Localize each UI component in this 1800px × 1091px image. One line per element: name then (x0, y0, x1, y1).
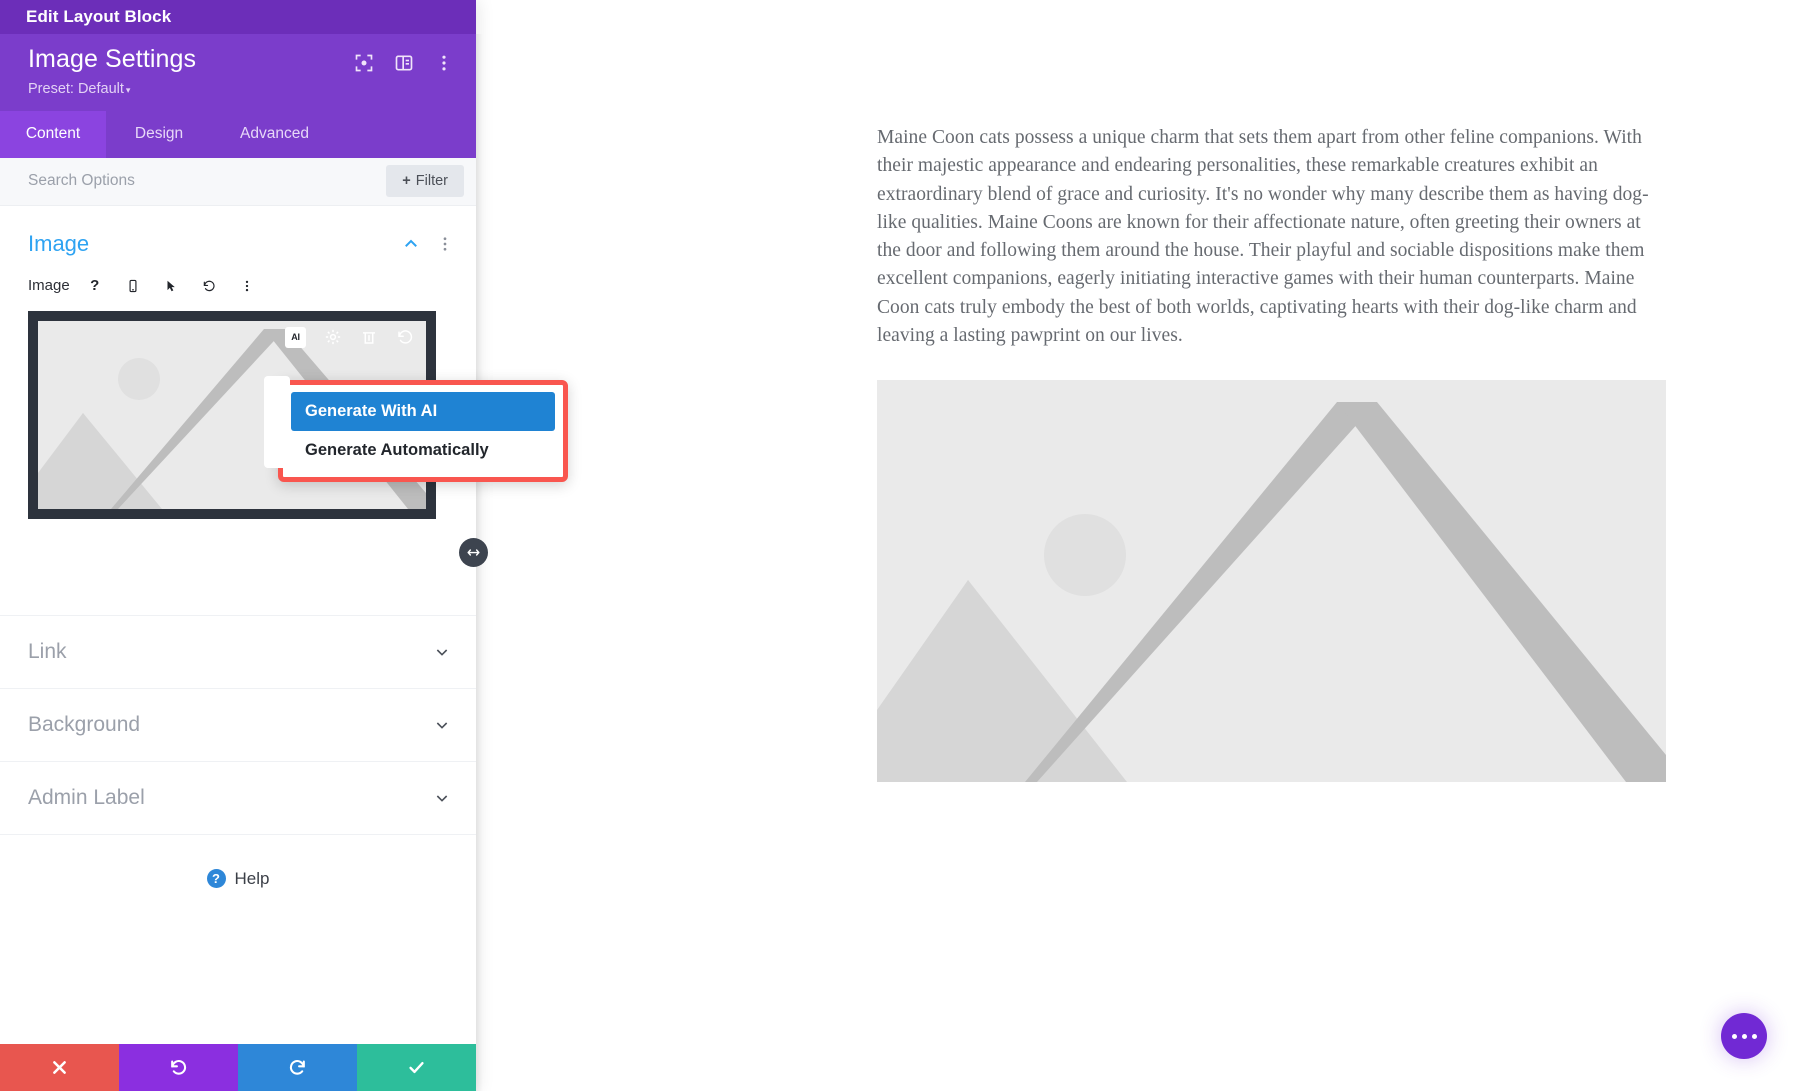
menu-item-generate-with-ai[interactable]: Generate With AI (291, 392, 555, 431)
image-settings-panel: Edit Layout Block Image Settings Preset:… (0, 0, 476, 1091)
filter-button-label: Filter (415, 173, 448, 189)
ai-badge-icon[interactable]: AI (285, 326, 306, 348)
more-vertical-icon[interactable] (234, 273, 260, 299)
reset-undo-icon[interactable] (196, 273, 222, 299)
search-options-bar: +Filter (0, 157, 476, 206)
more-options-fab[interactable] (1721, 1013, 1767, 1059)
content-wrapper: Maine Coon cats possess a unique charm t… (877, 124, 1666, 783)
page-canvas: Maine Coon cats possess a unique charm t… (476, 0, 1800, 1091)
resize-horizontal-icon (467, 549, 480, 556)
chevron-down-icon (436, 794, 448, 802)
chevron-down-icon (436, 721, 448, 729)
save-button[interactable] (357, 1044, 476, 1091)
chevron-up-icon[interactable] (402, 235, 420, 253)
gear-settings-icon[interactable] (324, 328, 342, 346)
undo-reset-icon[interactable] (396, 328, 414, 346)
help-label: Help (234, 868, 270, 888)
tab-content[interactable]: Content (0, 110, 106, 158)
help-question-icon: ? (206, 869, 226, 888)
section-link-label: Link (28, 639, 67, 663)
help-question-icon[interactable]: ? (82, 273, 108, 299)
tab-advanced[interactable]: Advanced (212, 111, 337, 158)
section-background-label: Background (28, 712, 141, 736)
close-x-icon (53, 1061, 66, 1074)
panel-title: Image Settings (28, 45, 197, 73)
more-vertical-icon[interactable] (436, 235, 454, 253)
redo-button[interactable] (238, 1044, 357, 1091)
image-field-label: Image (28, 277, 70, 294)
image-section-header: Image (0, 206, 476, 273)
filter-button[interactable]: + Filter (386, 165, 464, 197)
search-input[interactable] (28, 172, 387, 190)
panel-footer (0, 1044, 476, 1091)
image-preview-toolbar: AI (285, 326, 414, 348)
panel-header: Image Settings Preset: Default ▾ (0, 34, 476, 111)
chevron-down-icon: ▾ (125, 84, 131, 95)
panel-body: Image Image ? AI Link Background Admin L… (0, 206, 476, 1045)
canvas-image-placeholder[interactable] (877, 380, 1666, 783)
image-placeholder-mountains-icon (877, 402, 1666, 783)
more-vertical-icon[interactable] (434, 53, 454, 73)
cursor-pointer-icon[interactable] (158, 273, 184, 299)
undo-icon (171, 1060, 187, 1075)
check-icon (409, 1061, 424, 1074)
section-admin-label[interactable]: Admin Label (0, 760, 476, 834)
help-link[interactable]: ? Help (0, 833, 476, 889)
body-paragraph: Maine Coon cats possess a unique charm t… (877, 127, 1649, 346)
focus-target-icon[interactable] (354, 53, 374, 73)
edit-layout-block-bar: Edit Layout Block (0, 0, 476, 34)
section-admin-label-label: Admin Label (28, 785, 145, 809)
ai-generate-menu: Generate With AI Generate Automatically (264, 376, 568, 482)
trash-delete-icon[interactable] (360, 328, 378, 346)
menu-item-generate-automatically[interactable]: Generate Automatically (291, 431, 555, 470)
redo-icon (289, 1060, 305, 1075)
section-link[interactable]: Link (0, 614, 476, 688)
settings-tabs: Content Design Advanced (0, 110, 476, 158)
plus-icon: + (402, 173, 411, 189)
three-dots-icon (1731, 1033, 1737, 1039)
panel-layout-icon[interactable] (394, 53, 414, 73)
section-background[interactable]: Background (0, 687, 476, 761)
cancel-button[interactable] (0, 1044, 119, 1091)
tab-design[interactable]: Design (106, 111, 212, 158)
image-section-title: Image (28, 230, 90, 256)
panel-resize-handle[interactable] (459, 538, 488, 567)
preset-label: Preset: Default (28, 80, 124, 97)
edit-layout-block-title: Edit Layout Block (26, 7, 172, 26)
preset-selector[interactable]: Preset: Default ▾ (28, 81, 196, 97)
app-root: Maine Coon cats possess a unique charm t… (0, 0, 1800, 1091)
image-field-row: Image ? (0, 273, 476, 311)
undo-button[interactable] (119, 1044, 238, 1091)
chevron-down-icon (436, 648, 448, 656)
mobile-device-icon[interactable] (120, 273, 146, 299)
